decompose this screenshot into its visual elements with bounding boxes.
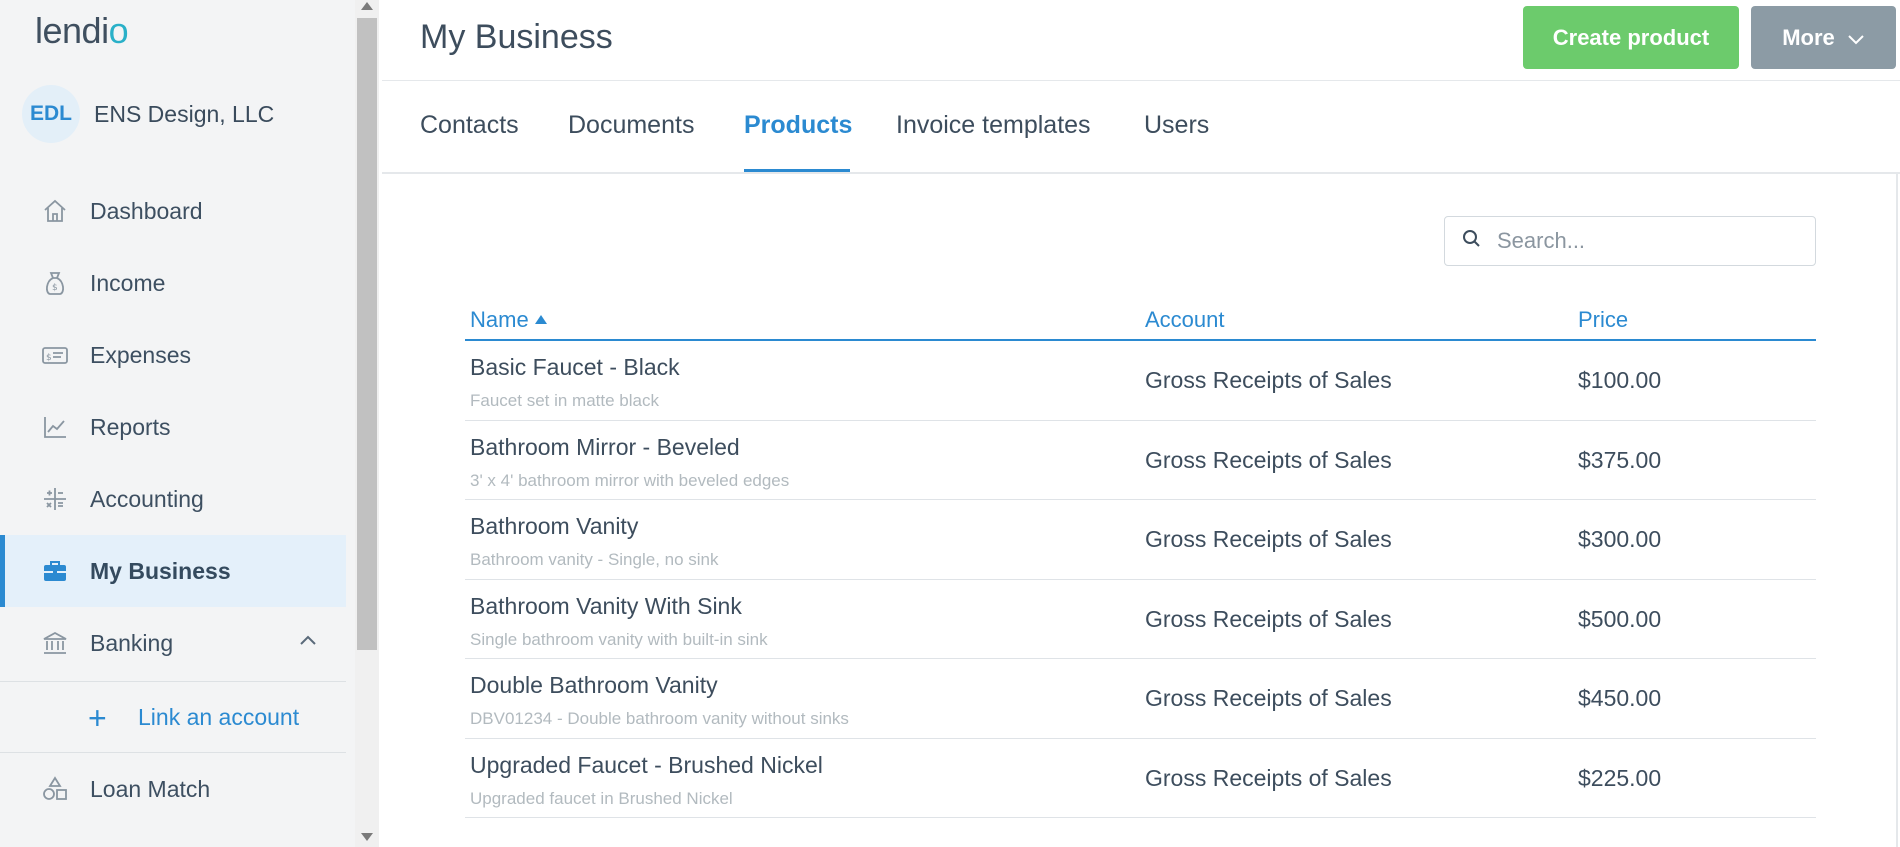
tabs: Contacts Documents Products Invoice temp… — [382, 81, 1900, 173]
product-description: Single bathroom vanity with built-in sin… — [470, 629, 768, 649]
table-row[interactable]: Upgraded Faucet - Brushed Nickel Upgrade… — [465, 739, 1816, 818]
briefcase-icon — [40, 556, 70, 586]
table-header: Name Account Price — [465, 297, 1816, 341]
tab-documents[interactable]: Documents — [568, 111, 694, 140]
sidebar-item-label: Banking — [90, 629, 174, 656]
main-content: My Business Create product More Contacts… — [382, 0, 1900, 847]
product-price: $375.00 — [1578, 446, 1662, 473]
company-name: ENS Design, LLC — [94, 100, 275, 127]
product-name: Basic Faucet - Black — [470, 354, 680, 380]
sidebar-item-my-business[interactable]: My Business — [0, 535, 346, 607]
table-row[interactable]: Basic Faucet - Black Faucet set in matte… — [465, 341, 1816, 421]
product-account: Gross Receipts of Sales — [1145, 764, 1392, 791]
tabs-divider — [382, 172, 1900, 174]
product-account: Gross Receipts of Sales — [1145, 605, 1392, 632]
lendio-logo[interactable]: lendio — [35, 10, 129, 52]
more-label: More — [1782, 24, 1835, 50]
calculator-icon — [40, 484, 70, 514]
product-price: $300.00 — [1578, 526, 1662, 552]
product-price: $100.00 — [1578, 367, 1662, 393]
bank-icon — [40, 628, 70, 658]
column-header-name[interactable]: Name — [470, 307, 547, 333]
table-row[interactable]: Bathroom Mirror - Beveled 3' x 4' bathro… — [465, 421, 1816, 500]
tab-contacts[interactable]: Contacts — [420, 111, 519, 140]
product-name: Bathroom Vanity — [470, 513, 639, 539]
sidebar: lendio EDL ENS Design, LLC Dashboard $ I… — [0, 0, 355, 847]
sidebar-item-expenses[interactable]: $ Expenses — [0, 319, 346, 391]
search-input[interactable] — [1497, 228, 1797, 254]
shapes-icon — [40, 774, 70, 804]
page-title: My Business — [420, 18, 613, 56]
sidebar-item-income[interactable]: $ Income — [0, 247, 346, 319]
search-box[interactable] — [1444, 216, 1816, 266]
tab-users[interactable]: Users — [1144, 111, 1209, 140]
sort-ascending-icon — [534, 314, 547, 324]
scroll-down-arrow-icon[interactable] — [361, 833, 373, 841]
product-account: Gross Receipts of Sales — [1145, 446, 1392, 473]
scroll-thumb[interactable] — [357, 18, 377, 650]
money-bag-icon: $ — [40, 268, 70, 298]
product-name: Double Bathroom Vanity — [470, 672, 718, 698]
table-row[interactable]: Bathroom Vanity With Sink Single bathroo… — [465, 580, 1816, 659]
sidebar-item-label: My Business — [90, 557, 231, 584]
create-product-button[interactable]: Create product — [1523, 6, 1739, 69]
product-name: Bathroom Mirror - Beveled — [470, 433, 740, 460]
sidebar-item-label: Dashboard — [90, 197, 203, 224]
more-button[interactable]: More — [1751, 6, 1896, 69]
sidebar-item-label: Loan Match — [90, 775, 211, 802]
product-price: $450.00 — [1578, 685, 1662, 711]
plus-icon: + — [88, 700, 107, 736]
home-icon — [40, 196, 70, 226]
product-account: Gross Receipts of Sales — [1145, 526, 1392, 552]
sidebar-item-reports[interactable]: Reports — [0, 391, 346, 463]
product-account: Gross Receipts of Sales — [1145, 367, 1392, 393]
avatar: EDL — [22, 85, 80, 143]
column-header-account[interactable]: Account — [1145, 307, 1225, 333]
product-description: DBV01234 - Double bathroom vanity withou… — [470, 709, 849, 728]
sidebar-item-label: Accounting — [90, 485, 204, 512]
product-name: Upgraded Faucet - Brushed Nickel — [470, 751, 823, 778]
tab-invoice-templates[interactable]: Invoice templates — [896, 111, 1091, 140]
sidebar-item-label: Income — [90, 269, 166, 296]
sidebar-item-dashboard[interactable]: Dashboard — [0, 175, 346, 247]
product-price: $500.00 — [1578, 605, 1662, 632]
svg-text:$: $ — [46, 353, 52, 363]
logo-text: lendi — [35, 10, 109, 51]
tab-products[interactable]: Products — [744, 111, 852, 140]
link-account-label: Link an account — [138, 704, 300, 730]
chevron-down-icon — [1847, 25, 1865, 51]
sidebar-item-loan-match[interactable]: Loan Match — [0, 753, 346, 825]
sidebar-item-label: Reports — [90, 413, 171, 440]
company-switcher[interactable]: EDL ENS Design, LLC — [22, 85, 274, 143]
chevron-up-icon[interactable] — [298, 631, 318, 656]
table-row[interactable]: Double Bathroom Vanity DBV01234 - Double… — [465, 659, 1816, 739]
product-price: $225.00 — [1578, 764, 1662, 791]
product-name: Bathroom Vanity With Sink — [470, 592, 742, 619]
product-account: Gross Receipts of Sales — [1145, 685, 1392, 711]
product-description: Faucet set in matte black — [470, 391, 659, 410]
column-header-label: Name — [470, 307, 529, 332]
receipt-icon: $ — [40, 340, 70, 370]
link-account-button[interactable]: + Link an account — [0, 681, 346, 753]
svg-text:$: $ — [52, 283, 58, 293]
sidebar-scrollbar[interactable] — [355, 0, 379, 847]
logo-text-o: o — [108, 10, 129, 51]
scroll-up-arrow-icon[interactable] — [361, 2, 373, 10]
column-header-price[interactable]: Price — [1578, 307, 1628, 333]
product-description: Bathroom vanity - Single, no sink — [470, 550, 719, 569]
sidebar-item-accounting[interactable]: Accounting — [0, 463, 346, 535]
sidebar-item-label: Expenses — [90, 341, 192, 368]
content-edge — [1896, 174, 1898, 847]
search-icon — [1461, 228, 1483, 255]
products-table: Name Account Price Basic Faucet - Black … — [465, 297, 1816, 818]
line-chart-icon — [40, 412, 70, 442]
table-row[interactable]: Bathroom Vanity Bathroom vanity - Single… — [465, 500, 1816, 580]
sidebar-item-banking[interactable]: Banking — [0, 607, 346, 679]
product-description: 3' x 4' bathroom mirror with beveled edg… — [470, 470, 790, 490]
product-description: Upgraded faucet in Brushed Nickel — [470, 788, 733, 808]
